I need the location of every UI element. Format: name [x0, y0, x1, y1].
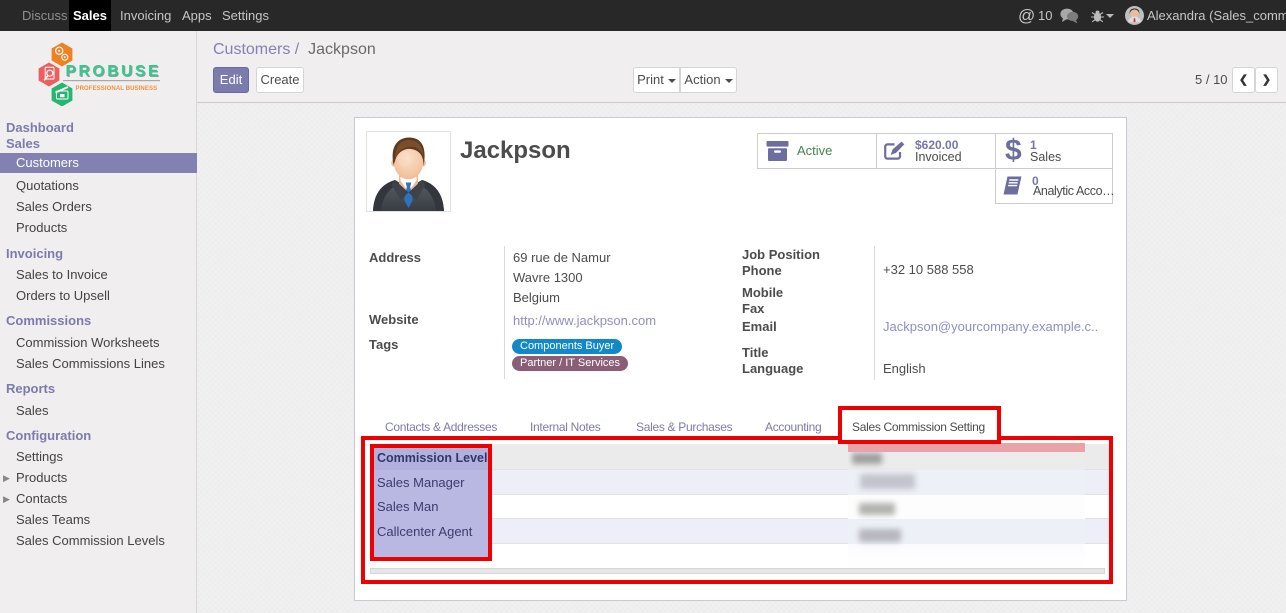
svg-text:PROFESSIONAL BUSINESS: PROFESSIONAL BUSINESS — [76, 86, 158, 92]
svg-text:PROBUSE: PROBUSE — [66, 63, 162, 80]
